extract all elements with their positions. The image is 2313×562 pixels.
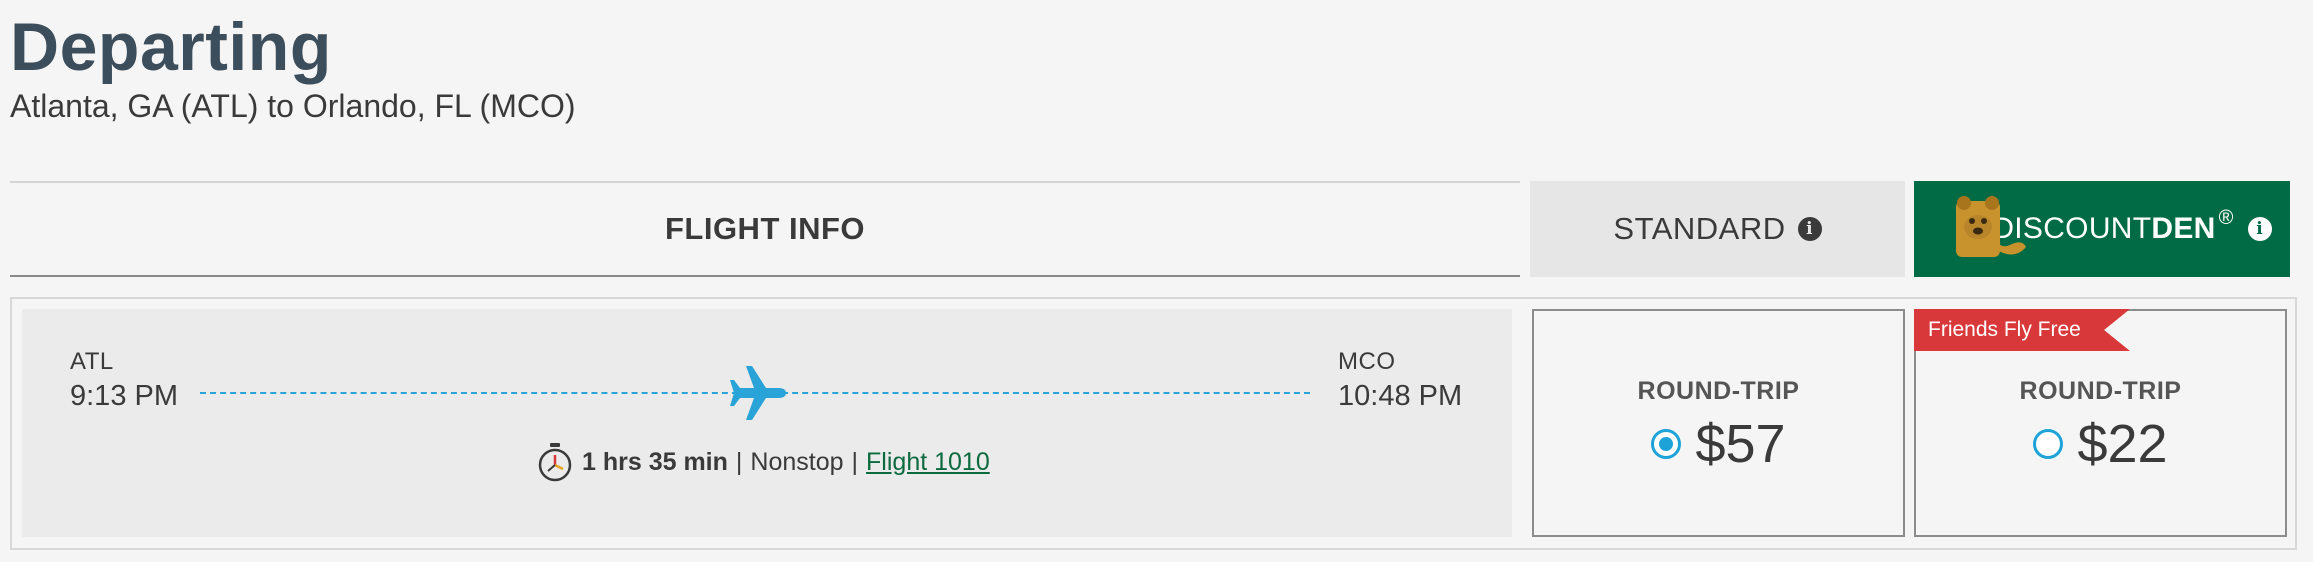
flight-summary: 1 hrs 35 min | Nonstop | Flight 1010 [536, 442, 990, 482]
route-subtitle: Atlanta, GA (ATL) to Orlando, FL (MCO) [10, 88, 576, 124]
stopwatch-icon [538, 443, 572, 482]
standard-fare-card[interactable]: ROUND-TRIP $57 [1532, 309, 1905, 537]
fare-option[interactable]: $57 [1534, 413, 1903, 475]
friends-fly-free-ribbon: Friends Fly Free [1914, 309, 2130, 351]
flight-info-column-header: FLIGHT INFO [10, 181, 1520, 277]
origin-code: ATL [70, 348, 114, 375]
stops-label: Nonstop [750, 447, 844, 476]
discount-den-fare-card[interactable]: Friends Fly Free ROUND-TRIP $22 [1914, 309, 2287, 537]
fare-option[interactable]: $22 [1916, 413, 2285, 475]
page-title: Departing [10, 9, 332, 85]
bear-logo-icon [1956, 196, 2026, 257]
plane-icon [730, 366, 786, 420]
standard-column-header: STANDARD i [1530, 181, 1905, 277]
flight-duration: 1 hrs 35 min [582, 447, 728, 476]
fare-type-label: ROUND-TRIP [2019, 377, 2182, 405]
discount-den-column-header: DISCOUNT DEN ® i [1914, 181, 2290, 277]
den-brand-den: DEN [2151, 212, 2216, 245]
standard-fare-price: $57 [1695, 414, 1786, 474]
arrive-time: 10:48 PM [1338, 380, 1463, 412]
standard-label: STANDARD [1613, 211, 1786, 246]
separator: | [851, 447, 859, 476]
info-icon[interactable]: i [1797, 217, 1822, 241]
flight-info-label: FLIGHT INFO [664, 211, 866, 246]
discount-den-fare-price: $22 [2077, 414, 2168, 474]
destination-code: MCO [1338, 348, 1396, 375]
flight-number-link[interactable]: Flight 1010 [866, 448, 990, 477]
discount-den-fare-radio[interactable] [2033, 429, 2064, 459]
separator: | [735, 447, 743, 476]
standard-fare-radio[interactable] [1651, 429, 1682, 459]
fare-type-label: ROUND-TRIP [1637, 377, 1800, 405]
info-icon[interactable]: i [2247, 217, 2272, 241]
registered-mark: ® [2218, 207, 2234, 229]
depart-time: 9:13 PM [70, 380, 178, 412]
